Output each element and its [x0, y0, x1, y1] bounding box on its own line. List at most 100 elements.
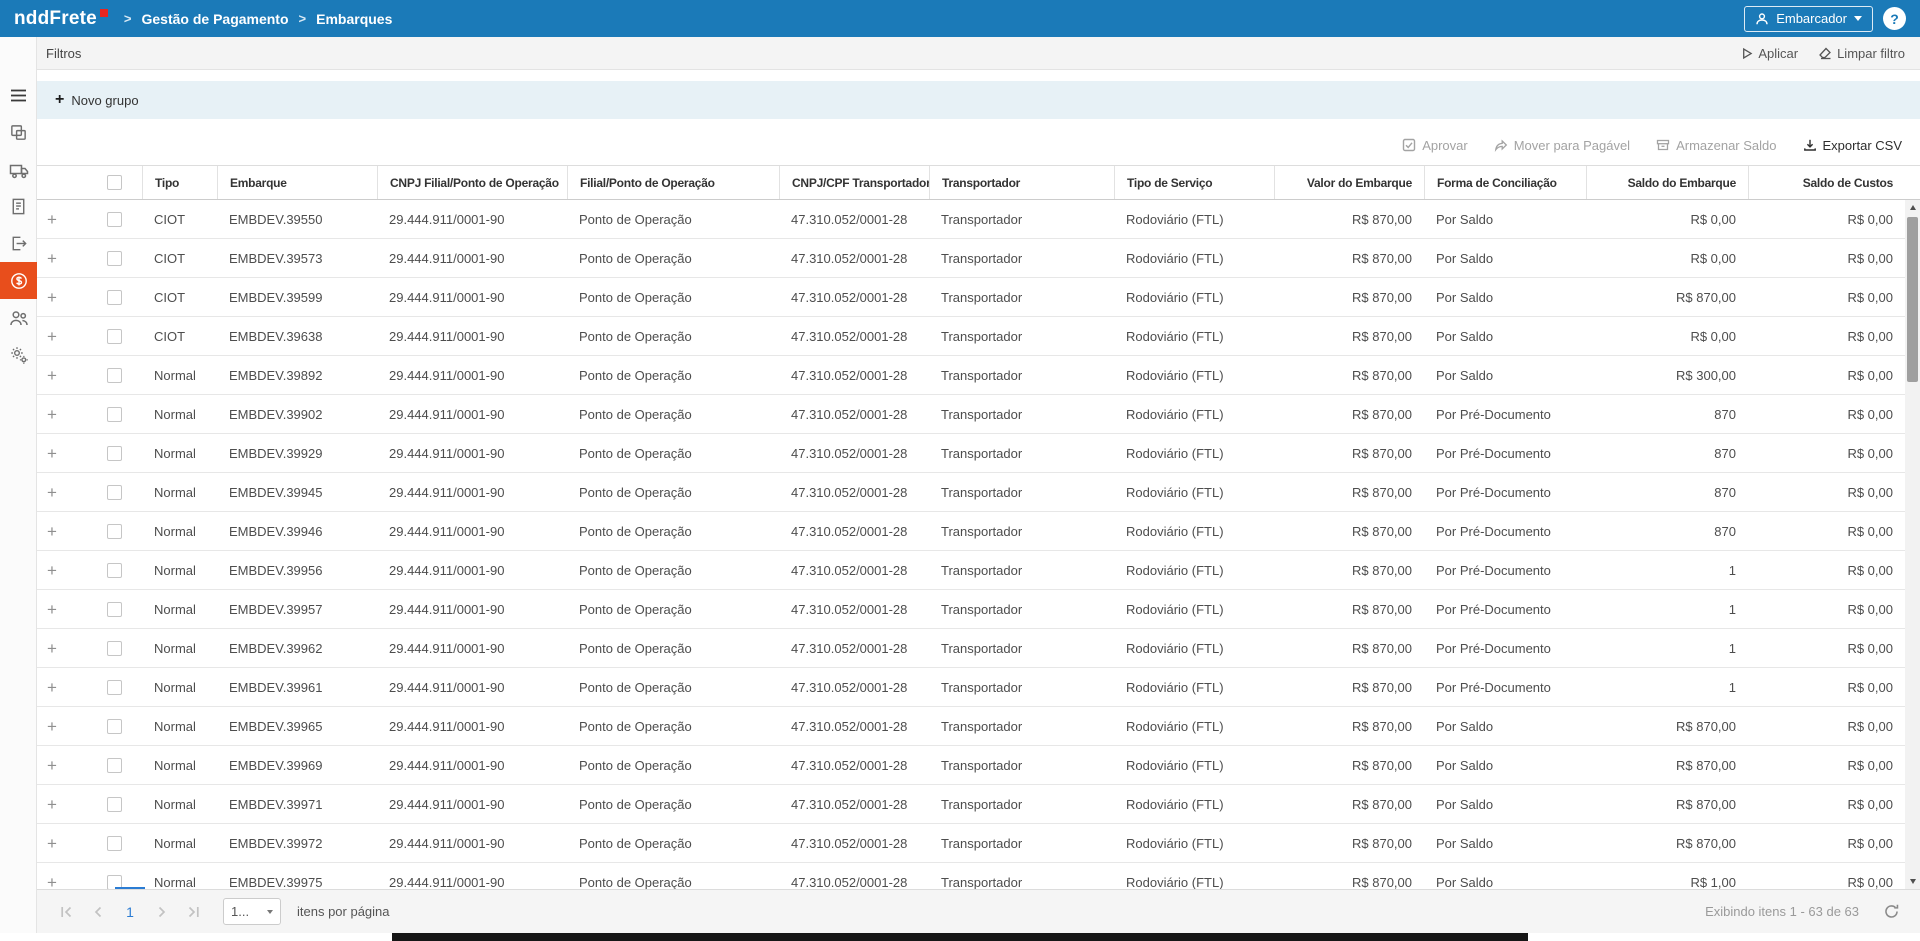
column-header-saldo-embarque[interactable]: Saldo do Embarque: [1586, 166, 1748, 199]
expand-row-icon[interactable]: +: [47, 679, 57, 696]
column-header-tipo-servico[interactable]: Tipo de Serviço: [1114, 166, 1274, 199]
table-row[interactable]: + Normal EMBDEV.39956 29.444.911/0001-90…: [37, 551, 1920, 590]
table-row[interactable]: + Normal EMBDEV.39946 29.444.911/0001-90…: [37, 512, 1920, 551]
expand-row-icon[interactable]: +: [47, 289, 57, 306]
table-row[interactable]: + CIOT EMBDEV.39573 29.444.911/0001-90 P…: [37, 239, 1920, 278]
sidebar-item-transportes[interactable]: [0, 151, 37, 188]
expand-row-icon[interactable]: +: [47, 640, 57, 657]
sidebar-item-gestao-pagamento[interactable]: [0, 262, 37, 299]
expand-row-icon[interactable]: +: [47, 445, 57, 462]
cell-embarque: EMBDEV.39956: [217, 563, 377, 578]
previous-page-button[interactable]: [85, 899, 111, 925]
table-row[interactable]: + CIOT EMBDEV.39599 29.444.911/0001-90 P…: [37, 278, 1920, 317]
row-checkbox[interactable]: [107, 524, 122, 539]
approve-button[interactable]: Aprovar: [1402, 138, 1468, 153]
export-csv-button[interactable]: Exportar CSV: [1803, 138, 1902, 153]
expand-row-icon[interactable]: +: [47, 835, 57, 852]
sidebar-item-usuarios[interactable]: [0, 299, 37, 336]
last-page-button[interactable]: [181, 899, 207, 925]
expand-row-icon[interactable]: +: [47, 796, 57, 813]
expand-row-icon[interactable]: +: [47, 718, 57, 735]
column-header-transportador[interactable]: Transportador: [929, 166, 1114, 199]
select-all-checkbox[interactable]: [107, 175, 122, 190]
table-row[interactable]: + Normal EMBDEV.39969 29.444.911/0001-90…: [37, 746, 1920, 785]
table-row[interactable]: + Normal EMBDEV.39965 29.444.911/0001-90…: [37, 707, 1920, 746]
expand-row-icon[interactable]: +: [47, 562, 57, 579]
column-header-valor-embarque[interactable]: Valor do Embarque: [1274, 166, 1424, 199]
table-row[interactable]: + Normal EMBDEV.39957 29.444.911/0001-90…: [37, 590, 1920, 629]
column-header-forma-conciliacao[interactable]: Forma de Conciliação: [1424, 166, 1586, 199]
sidebar-item-configuracoes[interactable]: [0, 336, 37, 373]
next-page-button[interactable]: [149, 899, 175, 925]
column-header-cnpj-filial[interactable]: CNPJ Filial/Ponto de Operação: [377, 166, 567, 199]
column-header-embarque[interactable]: Embarque: [217, 166, 377, 199]
table-row[interactable]: + Normal EMBDEV.39892 29.444.911/0001-90…: [37, 356, 1920, 395]
expand-row-icon[interactable]: +: [47, 250, 57, 267]
sidebar-item-expedicao[interactable]: [0, 225, 37, 262]
scrollbar-thumb[interactable]: [1907, 217, 1918, 382]
table-row[interactable]: + Normal EMBDEV.39929 29.444.911/0001-90…: [37, 434, 1920, 473]
row-checkbox[interactable]: [107, 290, 122, 305]
table-row[interactable]: + CIOT EMBDEV.39550 29.444.911/0001-90 P…: [37, 200, 1920, 239]
row-checkbox[interactable]: [107, 407, 122, 422]
table-row[interactable]: + Normal EMBDEV.39975 29.444.911/0001-90…: [37, 863, 1920, 889]
store-balance-button[interactable]: Armazenar Saldo: [1656, 138, 1776, 153]
vertical-scrollbar[interactable]: [1905, 200, 1920, 889]
table-row[interactable]: + Normal EMBDEV.39971 29.444.911/0001-90…: [37, 785, 1920, 824]
row-checkbox[interactable]: [107, 563, 122, 578]
table-row[interactable]: + Normal EMBDEV.39945 29.444.911/0001-90…: [37, 473, 1920, 512]
expand-row-icon[interactable]: +: [47, 601, 57, 618]
scroll-up-arrow[interactable]: [1905, 200, 1920, 215]
breadcrumb-embarques[interactable]: Embarques: [316, 11, 392, 27]
first-page-button[interactable]: [53, 899, 79, 925]
sidebar-item-documentos[interactable]: [0, 188, 37, 225]
expand-row-icon[interactable]: +: [47, 874, 57, 890]
row-checkbox[interactable]: [107, 329, 122, 344]
sidebar-menu-toggle[interactable]: [0, 77, 37, 114]
column-header-filial[interactable]: Filial/Ponto de Operação: [567, 166, 779, 199]
column-header-saldo-custos[interactable]: Saldo de Custos: [1748, 166, 1905, 199]
expand-row-icon[interactable]: +: [47, 328, 57, 345]
row-checkbox[interactable]: [107, 368, 122, 383]
row-checkbox[interactable]: [107, 251, 122, 266]
new-group-button[interactable]: + Novo grupo: [55, 92, 139, 108]
page-number-1[interactable]: 1: [117, 899, 143, 925]
table-row[interactable]: + CIOT EMBDEV.39638 29.444.911/0001-90 P…: [37, 317, 1920, 356]
table-row[interactable]: + Normal EMBDEV.39972 29.444.911/0001-90…: [37, 824, 1920, 863]
items-per-page-select[interactable]: 1...: [223, 898, 281, 925]
row-checkbox[interactable]: [107, 485, 122, 500]
pagination-right: Exibindo itens 1 - 63 de 63: [1705, 903, 1900, 920]
column-header-tipo[interactable]: Tipo: [142, 166, 217, 199]
scroll-down-arrow[interactable]: [1905, 874, 1920, 889]
row-checkbox[interactable]: [107, 641, 122, 656]
table-row[interactable]: + Normal EMBDEV.39962 29.444.911/0001-90…: [37, 629, 1920, 668]
clear-filter-button[interactable]: Limpar filtro: [1818, 46, 1905, 61]
help-button[interactable]: ?: [1883, 7, 1906, 30]
refresh-button[interactable]: [1883, 903, 1900, 920]
expand-row-icon[interactable]: +: [47, 523, 57, 540]
row-checkbox[interactable]: [107, 446, 122, 461]
store-balance-label: Armazenar Saldo: [1676, 138, 1776, 153]
row-checkbox[interactable]: [107, 602, 122, 617]
expand-row-icon[interactable]: +: [47, 367, 57, 384]
apply-filter-button[interactable]: Aplicar: [1740, 46, 1798, 61]
expand-row-icon[interactable]: +: [47, 484, 57, 501]
row-checkbox[interactable]: [107, 212, 122, 227]
row-checkbox[interactable]: [107, 758, 122, 773]
profile-dropdown[interactable]: Embarcador: [1744, 6, 1873, 32]
cell-cnpj-transportador: 47.310.052/0001-28: [779, 836, 929, 851]
row-checkbox[interactable]: [107, 797, 122, 812]
move-to-payable-button[interactable]: Mover para Pagável: [1494, 138, 1630, 153]
breadcrumb-gestao-pagamento[interactable]: Gestão de Pagamento: [141, 11, 288, 27]
expand-row-icon[interactable]: +: [47, 211, 57, 228]
row-checkbox[interactable]: [107, 836, 122, 851]
table-row[interactable]: + Normal EMBDEV.39902 29.444.911/0001-90…: [37, 395, 1920, 434]
table-row[interactable]: + Normal EMBDEV.39961 29.444.911/0001-90…: [37, 668, 1920, 707]
expand-row-icon[interactable]: +: [47, 406, 57, 423]
checkbox-cell: [87, 602, 142, 617]
column-header-cnpj-transportador[interactable]: CNPJ/CPF Transportador: [779, 166, 929, 199]
sidebar-item-cadastros[interactable]: [0, 114, 37, 151]
row-checkbox[interactable]: [107, 680, 122, 695]
row-checkbox[interactable]: [107, 719, 122, 734]
expand-row-icon[interactable]: +: [47, 757, 57, 774]
